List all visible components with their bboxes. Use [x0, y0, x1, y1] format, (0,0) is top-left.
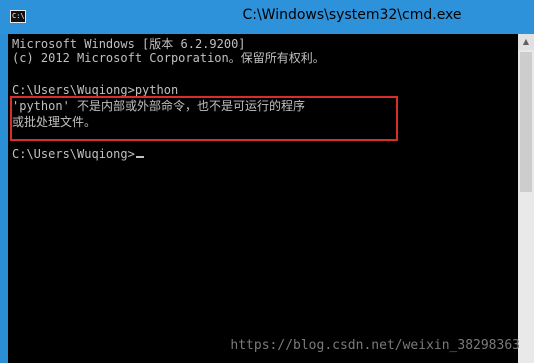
console-line-copyright: (c) 2012 Microsoft Corporation。保留所有权利。: [12, 51, 325, 65]
error-highlight-box: [10, 96, 398, 141]
cmd-window: C:\ C:\Windows\system32\cmd.exe Microsof…: [0, 0, 534, 363]
vertical-scrollbar[interactable]: ▲: [518, 34, 534, 363]
title-bar[interactable]: C:\ C:\Windows\system32\cmd.exe: [0, 0, 534, 34]
scroll-thumb[interactable]: [520, 52, 532, 192]
console-output[interactable]: Microsoft Windows [版本 6.2.9200] (c) 2012…: [8, 34, 518, 363]
window-title: C:\Windows\system32\cmd.exe: [242, 7, 462, 23]
console-prompt-line: C:\Users\Wuqiong>: [12, 147, 144, 161]
console-line-version: Microsoft Windows [版本 6.2.9200]: [12, 37, 246, 51]
text-cursor: [135, 156, 144, 158]
console-prompt: C:\Users\Wuqiong>: [12, 147, 135, 161]
watermark-text: https://blog.csdn.net/weixin_38298363: [230, 338, 520, 353]
scroll-up-icon[interactable]: ▲: [518, 34, 534, 50]
console-line-command: C:\Users\Wuqiong>python: [12, 83, 179, 97]
